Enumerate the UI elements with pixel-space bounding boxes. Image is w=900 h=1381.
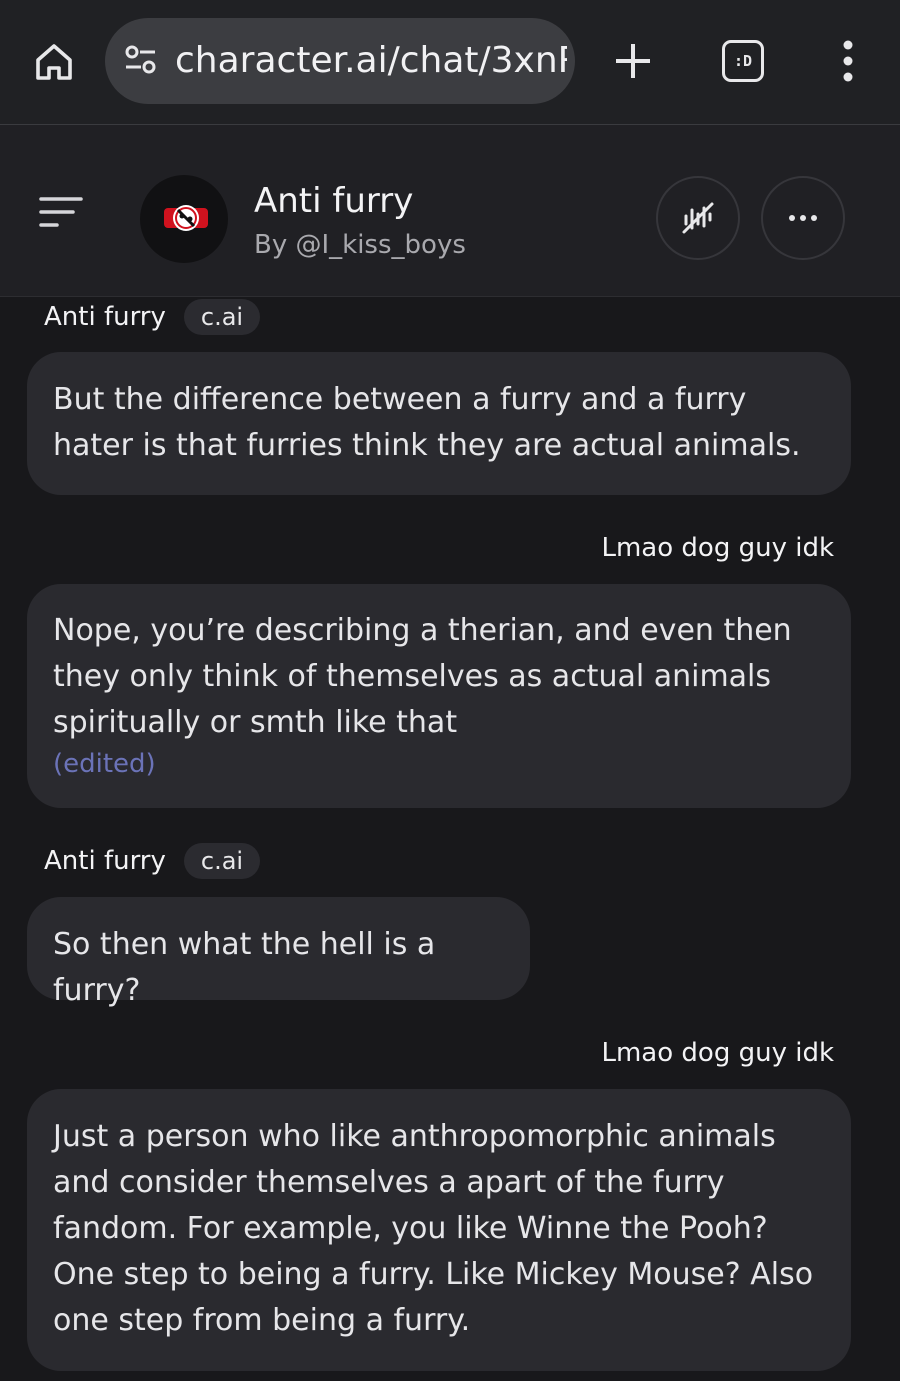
- browser-menu-icon[interactable]: [826, 36, 870, 86]
- edited-label: (edited): [53, 749, 156, 779]
- bot-message-bubble[interactable]: So then what the hell is a furry?: [27, 897, 530, 1008]
- new-tab-icon[interactable]: [606, 34, 660, 88]
- home-icon[interactable]: [26, 34, 82, 90]
- user-message-bubble[interactable]: Nope, you’re describing a therian, and e…: [27, 584, 851, 808]
- tab-switcher-button[interactable]: :D: [718, 36, 768, 86]
- tab-switcher-label: :D: [722, 40, 764, 82]
- user-sender-name: Lmao dog guy idk: [601, 1038, 834, 1068]
- user-sender-name: Lmao dog guy idk: [601, 533, 834, 563]
- message-sender-row: Anti furry c.ai: [44, 841, 261, 881]
- sidebar-menu-icon[interactable]: [34, 193, 88, 233]
- url-text[interactable]: character.ai/chat/3xnRZ: [175, 36, 567, 86]
- voice-off-button[interactable]: [656, 176, 740, 260]
- more-options-button[interactable]: [761, 176, 845, 260]
- voice-muted-icon: [682, 202, 714, 234]
- chat-header: Anti furry By @I_kiss_boys: [0, 125, 900, 297]
- message-text: Nope, you’re describing a therian, and e…: [53, 613, 792, 740]
- message-text: So then what the hell is a furry?: [53, 927, 436, 1008]
- creator-handle[interactable]: By @I_kiss_boys: [254, 229, 466, 261]
- character-name: Anti furry: [254, 181, 414, 221]
- ellipsis-icon: [789, 215, 817, 221]
- message-text: But the difference between a furry and a…: [53, 382, 801, 463]
- browser-toolbar: character.ai/chat/3xnRZ :D: [0, 0, 900, 125]
- bot-message-bubble[interactable]: But the difference between a furry and a…: [27, 352, 851, 495]
- character-avatar[interactable]: [140, 175, 228, 263]
- cai-badge: c.ai: [183, 843, 261, 879]
- site-settings-icon[interactable]: [121, 40, 161, 80]
- message-sender-row: Anti furry c.ai: [44, 297, 261, 337]
- address-bar[interactable]: character.ai/chat/3xnRZ: [105, 18, 575, 104]
- user-message-bubble[interactable]: Just a person who like anthropomorphic a…: [27, 1089, 851, 1371]
- message-text: Just a person who like anthropomorphic a…: [53, 1119, 814, 1338]
- sender-name: Anti furry: [44, 846, 166, 876]
- sender-name: Anti furry: [44, 302, 166, 332]
- cai-badge: c.ai: [183, 299, 261, 335]
